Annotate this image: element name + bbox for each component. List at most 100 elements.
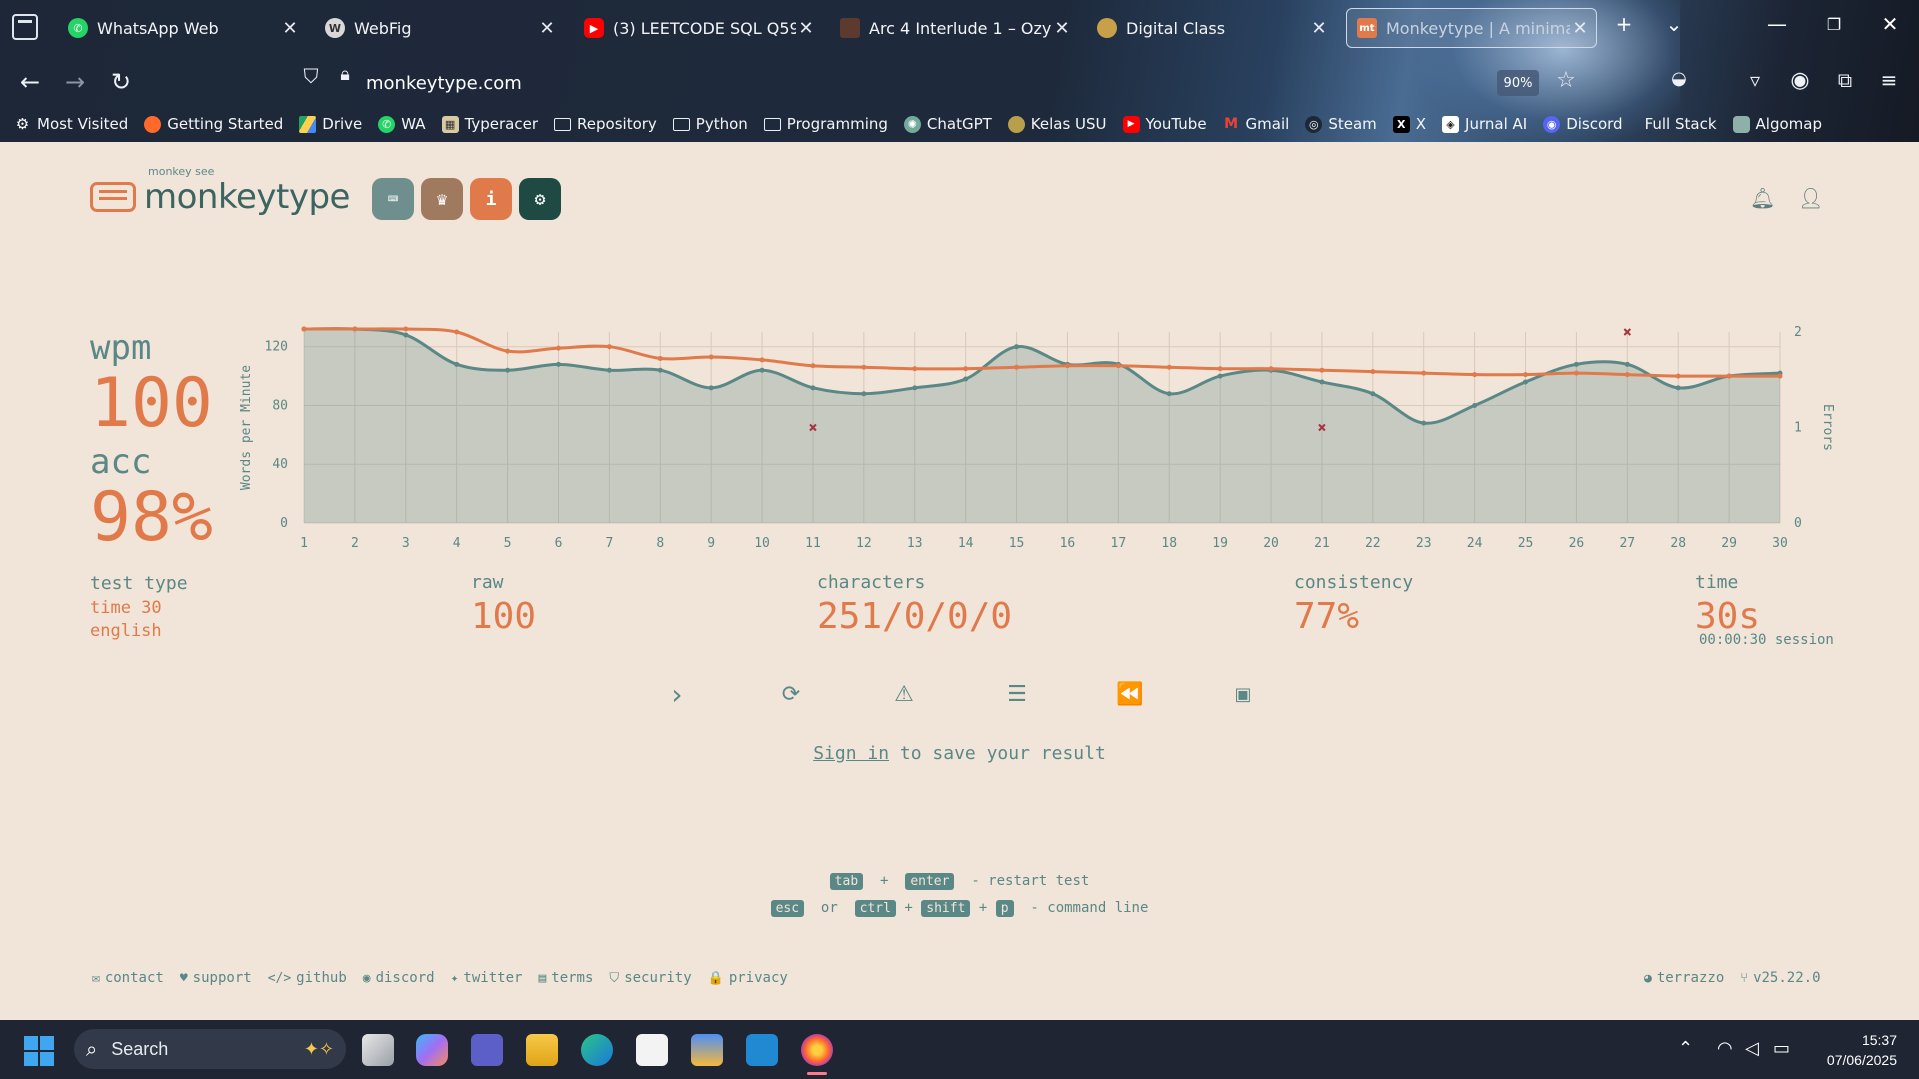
microsoft-store-icon[interactable] bbox=[636, 1034, 668, 1066]
app-menu-icon[interactable]: ≡ bbox=[1874, 68, 1904, 92]
battery-icon[interactable]: ▭ bbox=[1773, 1038, 1790, 1059]
lock-icon[interactable]: 🔒︎ bbox=[330, 64, 360, 85]
volume-icon[interactable]: ◁ bbox=[1745, 1038, 1759, 1059]
key-enter: enter bbox=[905, 873, 955, 890]
theme-switch[interactable]: ◕ terrazzo bbox=[1644, 970, 1724, 986]
restart-icon[interactable]: ⟳ bbox=[776, 682, 806, 707]
bookmark-x[interactable]: XX bbox=[1392, 115, 1426, 133]
tab-arc4[interactable]: Arc 4 Interlude 1 – Ozy Tran ✕ bbox=[840, 8, 1072, 48]
bookmark-jurnal-ai[interactable]: ◈ Jurnal AI bbox=[1442, 115, 1527, 133]
replay-icon[interactable]: ⏪ bbox=[1115, 682, 1145, 707]
footer-privacy[interactable]: 🔒 privacy bbox=[708, 970, 788, 986]
wifi-icon[interactable]: ◠ bbox=[1717, 1038, 1733, 1059]
bookmark-steam[interactable]: ◎ Steam bbox=[1305, 115, 1377, 133]
bookmark-wa[interactable]: ✆ WA bbox=[378, 115, 426, 133]
footer-security[interactable]: ⛉ security bbox=[609, 970, 691, 986]
characters-value[interactable]: 251/0/0/0 bbox=[817, 596, 1012, 637]
tab-monkeytype[interactable]: mt Monkeytype | A minimalist ✕ bbox=[1346, 8, 1597, 48]
pocket-icon[interactable]: ▿ bbox=[1740, 68, 1770, 92]
back-icon[interactable]: ← bbox=[15, 68, 45, 96]
raw-value[interactable]: 100 bbox=[471, 596, 536, 637]
tray-overflow-icon[interactable]: ⌃ bbox=[1678, 1038, 1693, 1059]
tab-list-icon[interactable] bbox=[12, 14, 38, 40]
reload-icon[interactable]: ↻ bbox=[106, 68, 136, 96]
close-icon[interactable]: ✕ bbox=[1052, 18, 1072, 39]
bookmark-python[interactable]: Python bbox=[672, 115, 748, 133]
x-tick-label: 5 bbox=[504, 536, 512, 551]
bookmark-most-visited[interactable]: ⚙ Most Visited bbox=[14, 115, 129, 133]
forward-icon[interactable]: → bbox=[60, 68, 90, 96]
bookmark-star-icon[interactable]: ☆ bbox=[1551, 68, 1581, 93]
restore-icon[interactable]: ❐ bbox=[1819, 15, 1849, 34]
footer-contact[interactable]: ✉ contact bbox=[92, 970, 164, 986]
version-link[interactable]: ⑂ v25.22.0 bbox=[1740, 970, 1820, 986]
notification-bell-icon[interactable]: 🔔︎ bbox=[1750, 186, 1775, 210]
bookmark-programming[interactable]: Programming bbox=[763, 115, 888, 133]
firefox-icon[interactable] bbox=[801, 1034, 833, 1066]
tab-webfig[interactable]: W WebFig ✕ bbox=[325, 8, 557, 48]
bookmark-full-stack[interactable]: Full Stack bbox=[1645, 115, 1717, 133]
account-icon[interactable]: ◉ bbox=[1785, 68, 1815, 93]
minimize-icon[interactable]: — bbox=[1762, 12, 1792, 36]
system-clock[interactable]: 15:37 07/06/2025 bbox=[1827, 1030, 1897, 1070]
copilot-icon[interactable] bbox=[416, 1034, 448, 1066]
settings-icon[interactable]: ⚙ bbox=[519, 178, 561, 220]
footer-discord[interactable]: ◉ discord bbox=[363, 970, 435, 986]
user-account-icon[interactable]: 👤︎ bbox=[1798, 186, 1823, 210]
bookmark-drive[interactable]: Drive bbox=[299, 115, 362, 133]
screenshot-icon[interactable]: ▣ bbox=[1228, 684, 1258, 705]
url-bar[interactable]: ⛉ 🔒︎ monkeytype.com bbox=[290, 64, 1590, 100]
close-icon[interactable]: ✕ bbox=[1570, 18, 1590, 39]
footer-github[interactable]: </> github bbox=[268, 970, 347, 986]
acc-value[interactable]: 98% bbox=[90, 484, 213, 552]
tracking-shield-icon[interactable]: ⛉ bbox=[296, 64, 326, 88]
report-icon[interactable]: ⚠ bbox=[889, 682, 919, 707]
zoom-level-badge[interactable]: 90% bbox=[1497, 70, 1539, 96]
footer-twitter[interactable]: ✦ twitter bbox=[451, 970, 523, 986]
tab-overflow-icon[interactable]: ⌄ bbox=[1659, 12, 1689, 36]
extensions-icon[interactable]: ⧉ bbox=[1830, 68, 1860, 92]
taskbar-search[interactable]: ⌕ Search ✦✧ bbox=[74, 1029, 346, 1069]
url-text[interactable]: monkeytype.com bbox=[366, 73, 522, 94]
close-icon[interactable]: ✕ bbox=[1309, 18, 1329, 39]
extension-eye-icon[interactable]: ◒ bbox=[1664, 68, 1694, 89]
tab-leetcode[interactable]: ▶ (3) LEETCODE SQL Q596.Cla ✕ bbox=[584, 8, 816, 48]
close-icon[interactable]: ✕ bbox=[280, 18, 300, 39]
info-icon[interactable]: i bbox=[470, 178, 512, 220]
time-value[interactable]: 30s bbox=[1695, 596, 1760, 637]
bookmark-chatgpt[interactable]: ✺ ChatGPT bbox=[903, 115, 992, 133]
new-tab-icon[interactable]: + bbox=[1609, 12, 1639, 36]
words-history-icon[interactable]: ☰ bbox=[1002, 682, 1032, 707]
tab-digital-class[interactable]: Digital Class ✕ bbox=[1097, 8, 1329, 48]
task-view-icon[interactable] bbox=[362, 1034, 394, 1066]
close-icon[interactable]: ✕ bbox=[796, 18, 816, 39]
close-icon[interactable]: ✕ bbox=[537, 18, 557, 39]
logo[interactable]: monkey see monkeytype bbox=[90, 165, 350, 222]
window-close-icon[interactable]: ✕ bbox=[1875, 12, 1905, 36]
crown-icon[interactable]: ♛ bbox=[421, 178, 463, 220]
footer-terms[interactable]: ▤ terms bbox=[538, 970, 593, 986]
consistency-value[interactable]: 77% bbox=[1294, 596, 1359, 637]
bookmark-algomap[interactable]: Algomap bbox=[1732, 115, 1822, 133]
tab-whatsapp[interactable]: ✆ WhatsApp Web ✕ bbox=[68, 8, 300, 48]
next-test-icon[interactable]: › bbox=[662, 678, 692, 711]
wpm-chart[interactable]: 1 2 3 4 5 6 7 8 9 10 11 12 13 14 15 16 17 18 19 20 21 22 23 24 2… bbox=[240, 312, 1840, 552]
bookmark-discord[interactable]: ◉ Discord bbox=[1543, 115, 1623, 133]
bookmark-getting-started[interactable]: Getting Started bbox=[144, 115, 283, 133]
footer-support[interactable]: ♥ support bbox=[180, 970, 252, 986]
keyboard-icon[interactable]: ⌨ bbox=[372, 178, 414, 220]
wpm-value[interactable]: 100 bbox=[90, 370, 213, 438]
vscode-icon[interactable] bbox=[746, 1034, 778, 1066]
file-explorer-icon[interactable] bbox=[526, 1034, 558, 1066]
windows-start-icon[interactable] bbox=[24, 1036, 54, 1066]
tab-title: Digital Class bbox=[1126, 18, 1226, 38]
bookmark-gmail[interactable]: M Gmail bbox=[1223, 115, 1289, 133]
bookmark-typeracer[interactable]: ▦ Typeracer bbox=[441, 115, 538, 133]
edge-icon[interactable] bbox=[581, 1034, 613, 1066]
signin-link[interactable]: Sign in bbox=[813, 743, 889, 764]
teams-icon[interactable] bbox=[471, 1034, 503, 1066]
bookmark-kelas-usu[interactable]: Kelas USU bbox=[1007, 115, 1107, 133]
bookmark-repository[interactable]: Repository bbox=[554, 115, 657, 133]
medal-app-icon[interactable] bbox=[691, 1034, 723, 1066]
bookmark-youtube[interactable]: ▶ YouTube bbox=[1122, 115, 1207, 133]
